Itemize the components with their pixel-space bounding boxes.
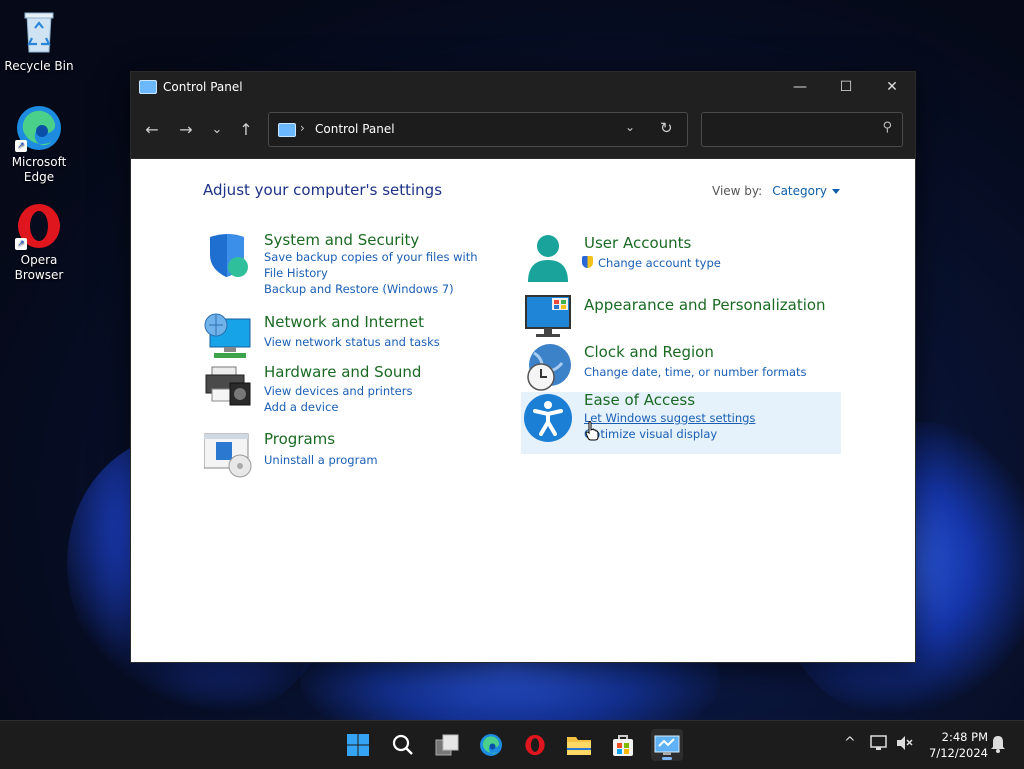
control-panel-icon — [654, 735, 680, 755]
minimize-button[interactable]: — — [777, 72, 823, 102]
category-title[interactable]: Ease of Access — [584, 391, 755, 409]
hand-pointer-icon — [585, 421, 599, 441]
network-icon[interactable] — [870, 735, 888, 755]
chevron-down-icon[interactable]: ⌄ — [625, 120, 635, 134]
folder-icon — [567, 737, 591, 755]
taskbar-file-explorer[interactable] — [563, 729, 595, 761]
desktop-icon-label: Recycle Bin — [4, 59, 74, 73]
view-by-dropdown[interactable]: Category — [772, 184, 841, 198]
category-link[interactable]: Uninstall a program — [264, 452, 378, 468]
search-box[interactable]: ⚲ — [701, 112, 903, 147]
page-title: Adjust your computer's settings — [203, 181, 443, 199]
shortcut-arrow-icon: ↗ — [15, 238, 27, 250]
category-link[interactable]: View network status and tasks — [264, 334, 440, 350]
refresh-icon[interactable]: ↻ — [660, 119, 673, 137]
search-input[interactable] — [708, 119, 872, 141]
view-by-label: View by: — [712, 184, 763, 198]
category-link-with-shield[interactable]: Change account type — [582, 255, 721, 271]
recent-locations-button[interactable]: ⌄ — [205, 118, 229, 142]
clock-date: 7/12/2024 — [929, 746, 988, 760]
printer-icon[interactable] — [204, 363, 252, 411]
desktop-icon-edge[interactable]: ↗ Microsoft Edge — [1, 104, 77, 185]
category-title[interactable]: Clock and Region — [584, 343, 807, 361]
address-bar[interactable]: › Control Panel ⌄ ↻ — [268, 112, 688, 147]
breadcrumb-separator: › — [300, 121, 305, 135]
system-clock[interactable]: 2:48 PM 7/12/2024 — [918, 729, 988, 761]
shield-icon[interactable] — [204, 231, 252, 279]
category-link: Change account type — [598, 256, 721, 270]
accessibility-icon[interactable] — [524, 394, 572, 442]
clock-time: 2:48 PM — [941, 730, 988, 744]
taskbar-control-panel[interactable] — [651, 729, 683, 761]
search-icon — [392, 734, 413, 755]
appearance-icon[interactable] — [524, 294, 572, 342]
category-link[interactable]: Save backup copies of your files with Fi… — [264, 249, 494, 281]
programs-icon[interactable] — [203, 430, 252, 478]
category-link[interactable]: Add a device — [264, 399, 421, 415]
notifications-icon[interactable] — [990, 735, 1006, 757]
shortcut-arrow-icon: ↗ — [15, 140, 27, 152]
category-title[interactable]: User Accounts — [584, 234, 721, 252]
category-link[interactable]: Backup and Restore (Windows 7) — [264, 281, 494, 297]
user-accounts-icon[interactable] — [524, 234, 572, 282]
category-link[interactable]: View devices and printers — [264, 383, 421, 399]
opera-icon — [525, 734, 545, 756]
taskbar: ^ 2:48 PM 7/12/2024 — [0, 720, 1024, 769]
control-panel-window: Control Panel — ☐ ✕ ← → ⌄ ↑ › Control Pa… — [130, 71, 916, 663]
edge-icon — [480, 734, 502, 756]
volume-muted-icon[interactable] — [896, 735, 914, 755]
task-view-icon — [435, 734, 459, 756]
desktop-icon-recycle-bin[interactable]: Recycle Bin — [1, 8, 77, 74]
category-link[interactable]: Optimize visual display — [584, 426, 755, 442]
caret-down-icon — [832, 189, 841, 194]
edge-icon: ↗ — [15, 104, 63, 152]
category-title[interactable]: Hardware and Sound — [264, 363, 421, 381]
desktop-icon-label: Microsoft Edge — [11, 155, 67, 184]
store-icon — [613, 735, 633, 756]
breadcrumb-control-panel[interactable]: Control Panel — [315, 122, 395, 136]
title-bar[interactable]: Control Panel — ☐ ✕ — [131, 72, 915, 102]
search-icon[interactable]: ⚲ — [882, 120, 892, 135]
control-panel-icon — [278, 123, 296, 137]
network-icon[interactable] — [204, 313, 252, 361]
view-by-value: Category — [772, 184, 828, 198]
desktop-icon-label: Opera Browser — [14, 253, 64, 282]
view-by: View by: Category — [712, 184, 841, 198]
back-button[interactable]: ← — [140, 118, 164, 142]
up-button[interactable]: ↑ — [234, 118, 258, 142]
category-link[interactable]: Change date, time, or number formats — [584, 364, 807, 380]
navigation-bar: ← → ⌄ ↑ › Control Panel ⌄ ↻ ⚲ — [131, 102, 915, 159]
category-title[interactable]: System and Security — [264, 231, 494, 249]
recycle-bin-icon — [15, 8, 63, 56]
window-title: Control Panel — [163, 80, 243, 94]
taskbar-store[interactable] — [607, 729, 639, 761]
windows-logo-icon — [347, 734, 369, 756]
taskbar-edge[interactable] — [475, 729, 507, 761]
taskbar-opera[interactable] — [519, 729, 551, 761]
desktop-icon-opera[interactable]: ↗ Opera Browser — [1, 202, 77, 283]
uac-shield-icon — [582, 256, 593, 268]
control-panel-icon — [139, 80, 157, 94]
category-title[interactable]: Programs — [264, 430, 378, 448]
content-area: Adjust your computer's settings View by:… — [131, 159, 915, 662]
category-title[interactable]: Appearance and Personalization — [584, 296, 826, 314]
show-hidden-icons-button[interactable]: ^ — [844, 735, 856, 751]
start-button[interactable] — [342, 729, 374, 761]
category-link[interactable]: Let Windows suggest settings — [584, 410, 755, 426]
clock-globe-icon[interactable] — [524, 343, 572, 391]
category-title[interactable]: Network and Internet — [264, 313, 440, 331]
task-view-button[interactable] — [431, 729, 463, 761]
maximize-button[interactable]: ☐ — [823, 72, 869, 102]
taskbar-search-button[interactable] — [387, 729, 419, 761]
forward-button[interactable]: → — [174, 118, 198, 142]
close-button[interactable]: ✕ — [869, 72, 915, 102]
opera-icon: ↗ — [15, 202, 63, 250]
